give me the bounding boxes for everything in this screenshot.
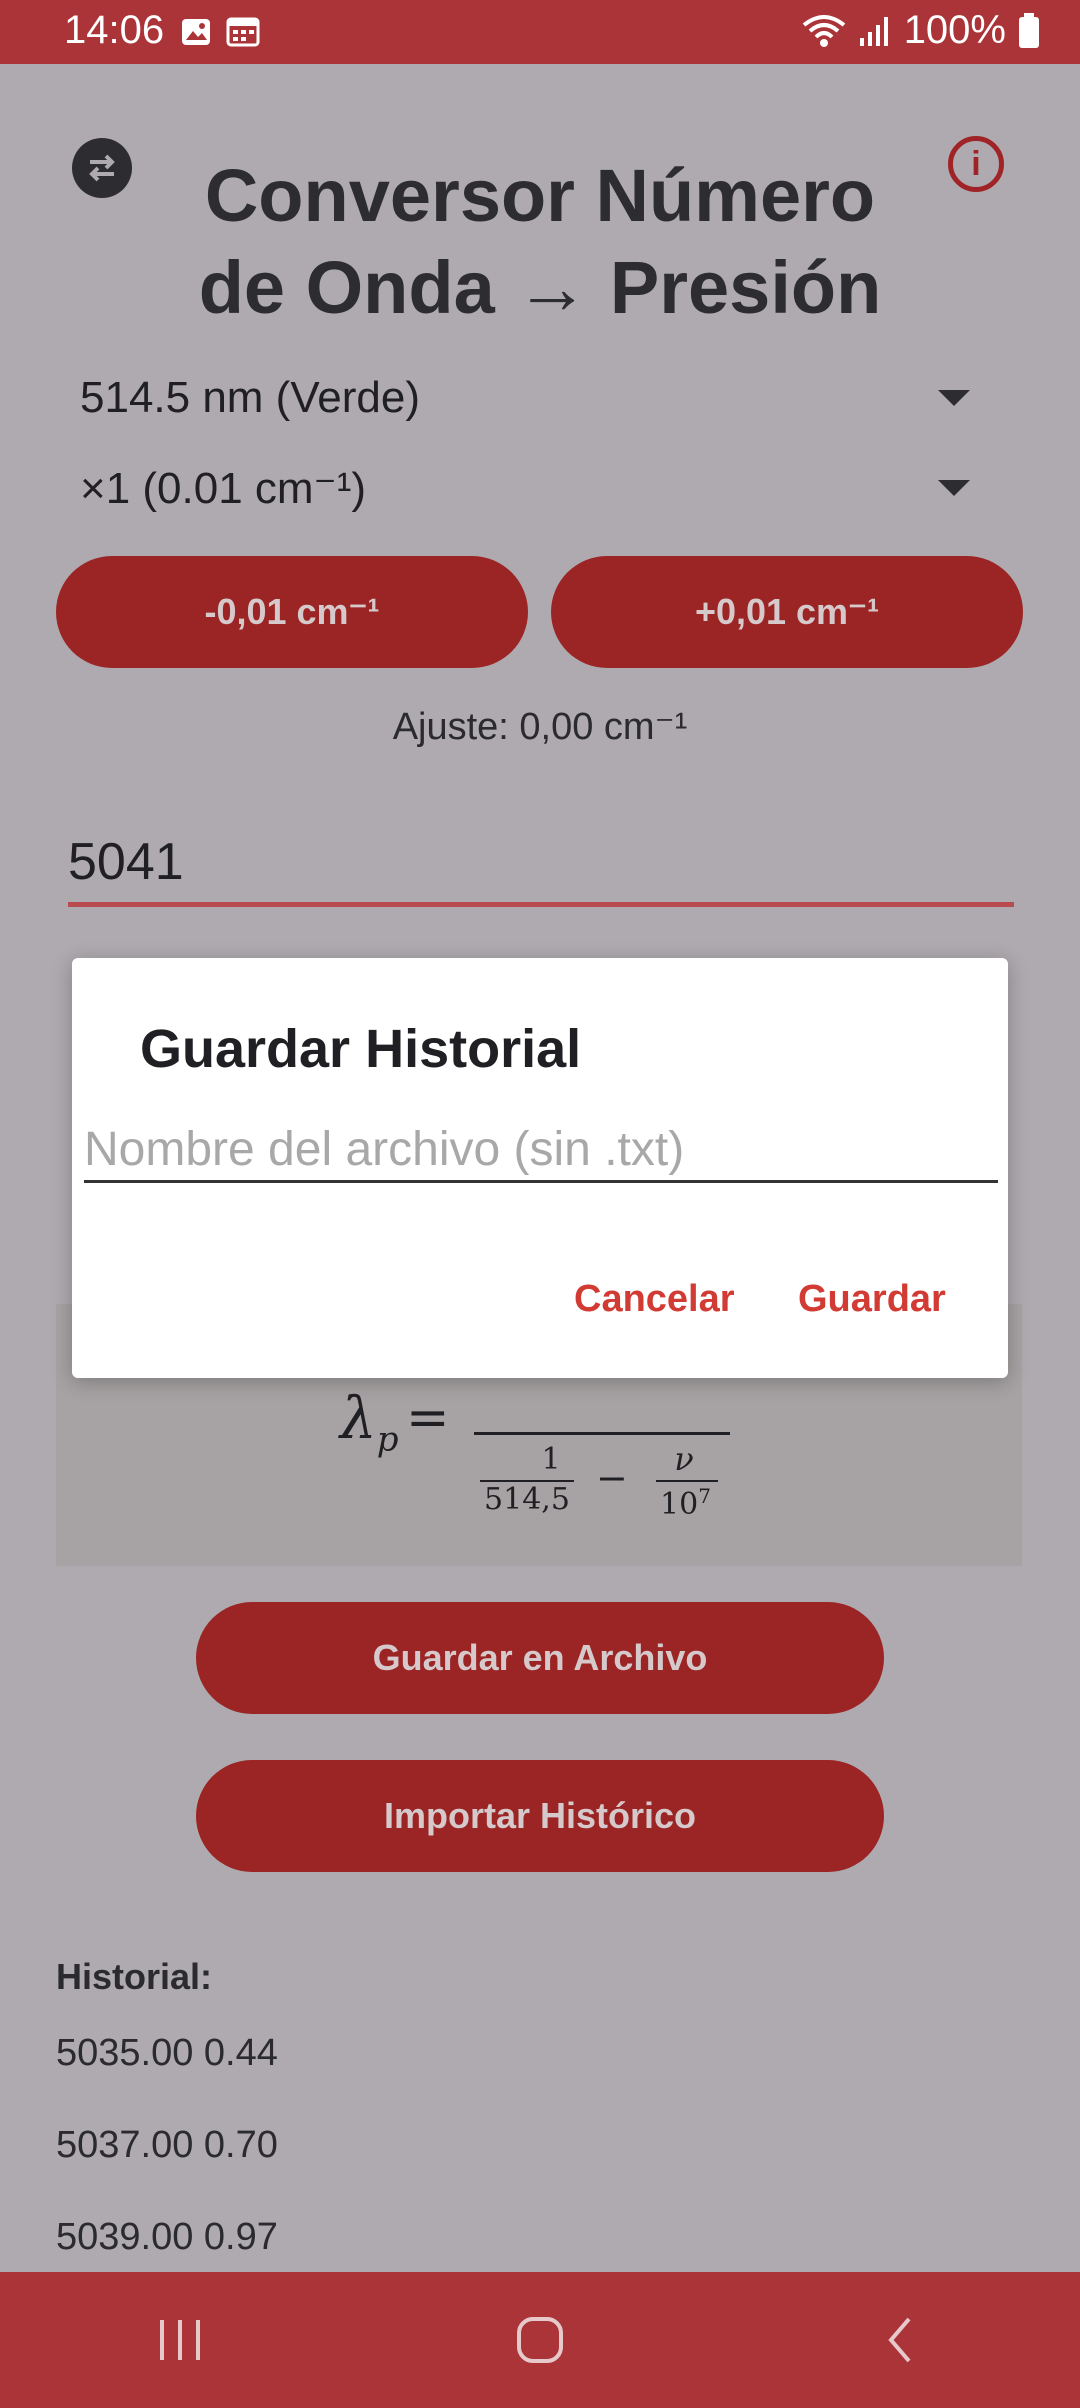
info-icon: i xyxy=(971,144,981,183)
status-time: 14:06 xyxy=(64,8,165,52)
history-item: 5037.00 0.70 xyxy=(56,2124,278,2166)
increment-label: +0,01 cm⁻¹ xyxy=(694,591,880,632)
filename-input[interactable] xyxy=(84,1118,998,1183)
input-underline xyxy=(68,902,1014,907)
history-item: 5039.00 0.97 xyxy=(56,2216,278,2258)
recent-apps-button[interactable] xyxy=(120,2300,240,2380)
formula-inner-num1: 1 xyxy=(541,1442,561,1477)
formula-exponent: 7 xyxy=(698,1484,711,1508)
wavelength-selected: 514.5 nm (Verde) xyxy=(80,373,420,422)
chevron-down-icon xyxy=(938,480,970,496)
signal-icon xyxy=(859,16,888,46)
page-title: Conversor Número de Onda → Presión xyxy=(150,150,930,334)
wavelength-dropdown[interactable]: 514.5 nm (Verde) xyxy=(80,368,980,428)
adjust-status: Ajuste: 0,00 cm⁻¹ xyxy=(392,706,688,748)
battery-percent: 100% xyxy=(903,8,1006,52)
save-to-file-label: Guardar en Archivo xyxy=(372,1637,708,1678)
swap-direction-button[interactable] xyxy=(72,138,132,198)
formula-inner-num2: ν xyxy=(674,1440,694,1478)
wifi-icon xyxy=(802,14,845,47)
dialog-title: Guardar Historial xyxy=(140,1019,582,1079)
info-button[interactable]: i xyxy=(948,136,1004,192)
status-notification-icons xyxy=(180,16,260,48)
decrement-label: -0,01 cm⁻¹ xyxy=(204,591,380,632)
wavenumber-input[interactable]: 5041 xyxy=(68,832,1008,904)
home-icon xyxy=(517,2317,563,2363)
status-bar: 14:06 100% xyxy=(0,0,1080,64)
save-to-file-button[interactable]: Guardar en Archivo xyxy=(196,1602,884,1714)
status-system-icons: 100% xyxy=(802,8,1040,53)
recent-apps-icon xyxy=(160,2320,200,2360)
battery-icon xyxy=(1019,12,1039,48)
formula-equals: = xyxy=(406,1388,450,1448)
formula-inner-den1: 514,5 xyxy=(484,1482,570,1517)
cancel-button[interactable]: Cancelar xyxy=(574,1278,735,1321)
decrement-button[interactable]: -0,01 cm⁻¹ xyxy=(56,556,528,668)
increment-button[interactable]: +0,01 cm⁻¹ xyxy=(551,556,1023,668)
import-history-button[interactable]: Importar Histórico xyxy=(196,1760,884,1872)
back-button[interactable] xyxy=(840,2300,960,2380)
formula-ten: 10 xyxy=(660,1487,699,1522)
history-title: Historial: xyxy=(56,1956,213,1997)
history-item: 5035.00 0.44 xyxy=(56,2032,278,2074)
home-button[interactable] xyxy=(480,2300,600,2380)
title-line-2: de Onda → Presión xyxy=(198,246,882,329)
formula-main-bar xyxy=(474,1432,730,1435)
image-icon xyxy=(182,19,210,45)
calendar-icon xyxy=(226,17,260,47)
save-history-dialog: Guardar Historial Cancelar Guardar xyxy=(72,958,1008,1378)
step-dropdown[interactable]: ×1 (0.01 cm⁻¹) xyxy=(80,458,980,518)
formula-minus: − xyxy=(596,1456,628,1500)
back-icon xyxy=(888,2317,911,2363)
title-line-1: Conversor Número xyxy=(204,154,876,237)
formula-lhs: λp xyxy=(340,1384,399,1460)
navigation-bar xyxy=(0,2272,1080,2408)
formula-inner-den2: 107 xyxy=(660,1484,711,1522)
formula-inner-bar2 xyxy=(656,1480,718,1482)
swap-icon xyxy=(89,154,115,182)
save-button[interactable]: Guardar xyxy=(798,1278,946,1321)
step-selected: ×1 (0.01 cm⁻¹) xyxy=(80,463,367,513)
chevron-down-icon xyxy=(938,390,970,406)
formula-subscript: p xyxy=(376,1419,399,1460)
import-history-label: Importar Histórico xyxy=(383,1795,697,1836)
formula-lambda: λ xyxy=(340,1384,377,1452)
